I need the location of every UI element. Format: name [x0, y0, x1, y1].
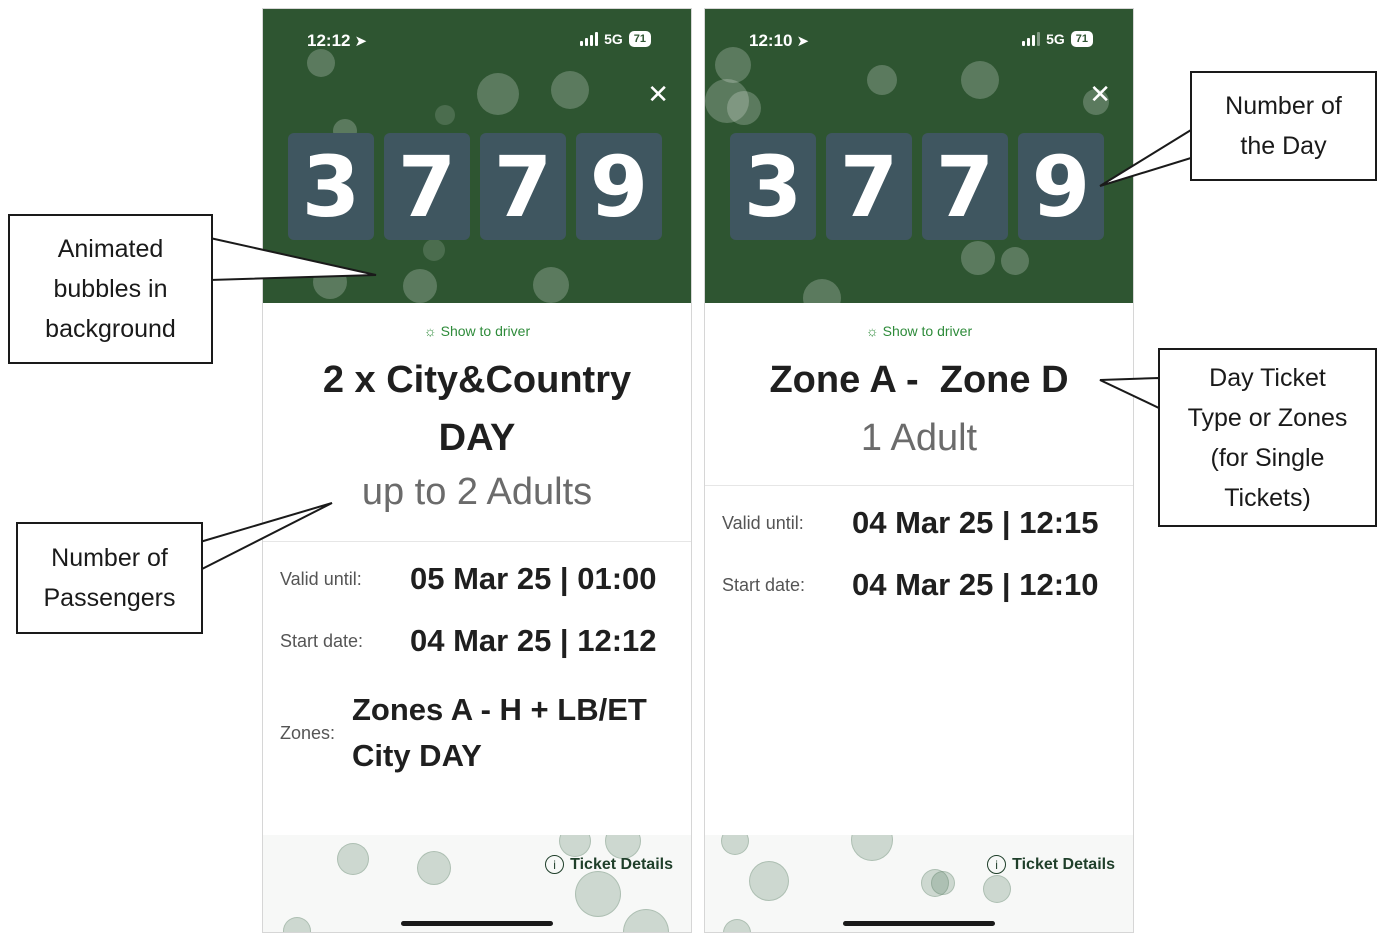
callout-number-of-the-day: Number of the Day — [1190, 71, 1377, 181]
callout-animated-bubbles: Animated bubbles in background — [8, 214, 213, 364]
pointer-bubbles — [209, 236, 377, 282]
pointer-passengers — [199, 502, 333, 572]
callout-day-ticket-type: Day Ticket Type or Zones (for Single Tic… — [1158, 348, 1377, 527]
callout-number-of-passengers: Number of Passengers — [16, 522, 203, 634]
pointer-number-of-day — [1099, 128, 1192, 187]
pointer-ticket-type — [1099, 376, 1160, 410]
